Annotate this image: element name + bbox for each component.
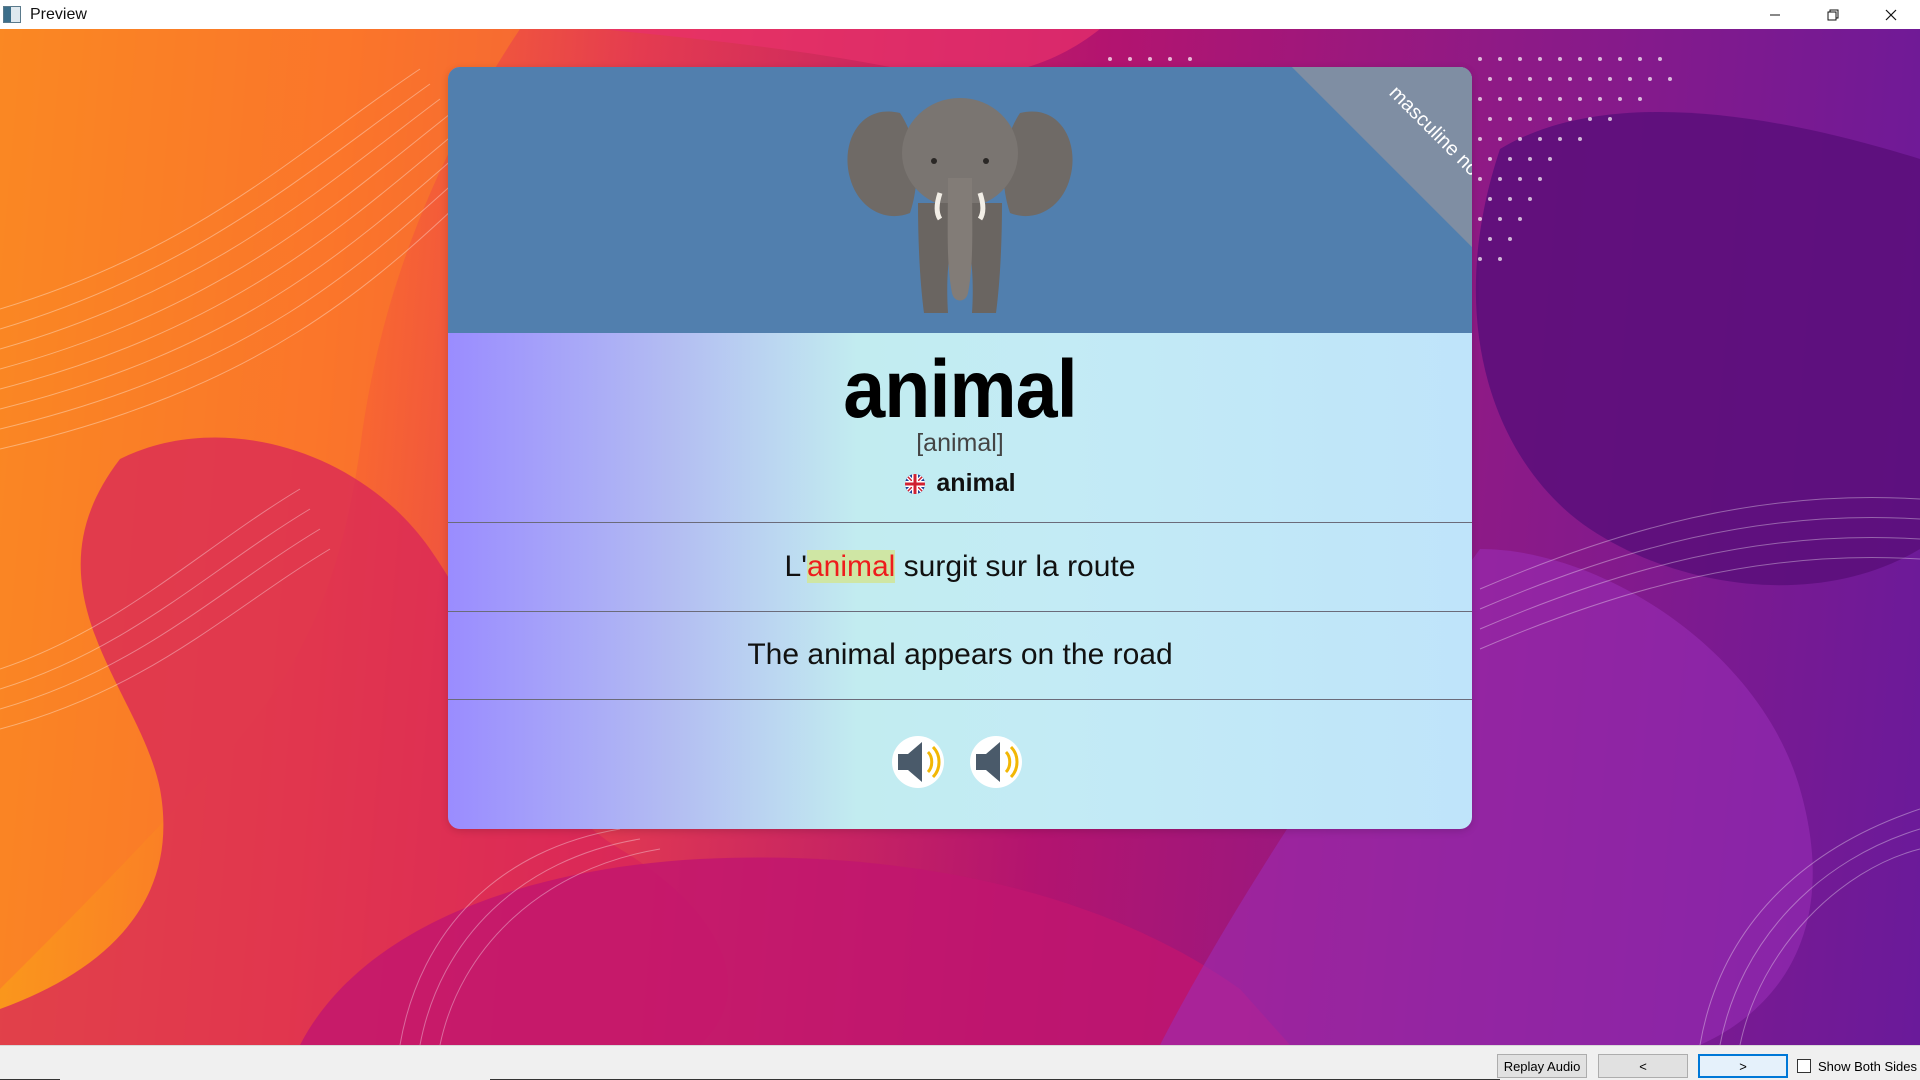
sentence-translation: The animal appears on the road <box>747 638 1173 671</box>
prev-button[interactable]: < <box>1598 1054 1688 1078</box>
replay-audio-button[interactable]: Replay Audio <box>1497 1054 1587 1078</box>
close-icon <box>1885 9 1897 20</box>
app-icon <box>3 6 21 23</box>
divider <box>448 699 1472 700</box>
show-both-sides-label: Show Both Sides <box>1818 1059 1918 1074</box>
divider <box>448 522 1472 523</box>
speaker-icon[interactable] <box>970 734 1026 790</box>
sentence-highlight: animal <box>806 550 896 583</box>
minimize-icon <box>1770 14 1780 15</box>
elephant-image <box>847 98 1073 313</box>
show-both-sides-checkbox[interactable] <box>1797 1059 1811 1073</box>
speaker-icon[interactable] <box>892 734 948 790</box>
sentence-suffix: surgit sur la route <box>895 550 1136 583</box>
vocab-word: animal <box>843 344 1077 435</box>
bottom-toolbar: Replay Audio < > Show Both Sides <box>0 1045 1920 1080</box>
flashcard: masculine noun animal [animal] animal L'… <box>448 67 1472 829</box>
close-button[interactable] <box>1862 0 1920 29</box>
example-sentence: L'animal surgit sur la route <box>448 550 1472 584</box>
minimize-button[interactable] <box>1746 0 1804 29</box>
uk-flag-icon <box>905 473 926 494</box>
restore-icon <box>1827 9 1839 20</box>
window-title: Preview <box>30 5 87 23</box>
next-button[interactable]: > <box>1698 1054 1788 1078</box>
card-image-header: masculine noun <box>448 67 1472 333</box>
gender-ribbon: masculine noun <box>1292 67 1472 307</box>
window-titlebar: Preview <box>0 0 1920 29</box>
phonetic: [animal] <box>916 429 1004 457</box>
window-controls <box>1746 0 1920 29</box>
divider <box>448 611 1472 612</box>
translation-text: animal <box>936 469 1016 497</box>
sentence-prefix: L' <box>784 550 807 583</box>
translation-row: animal <box>448 469 1472 498</box>
restore-button[interactable] <box>1804 0 1862 29</box>
